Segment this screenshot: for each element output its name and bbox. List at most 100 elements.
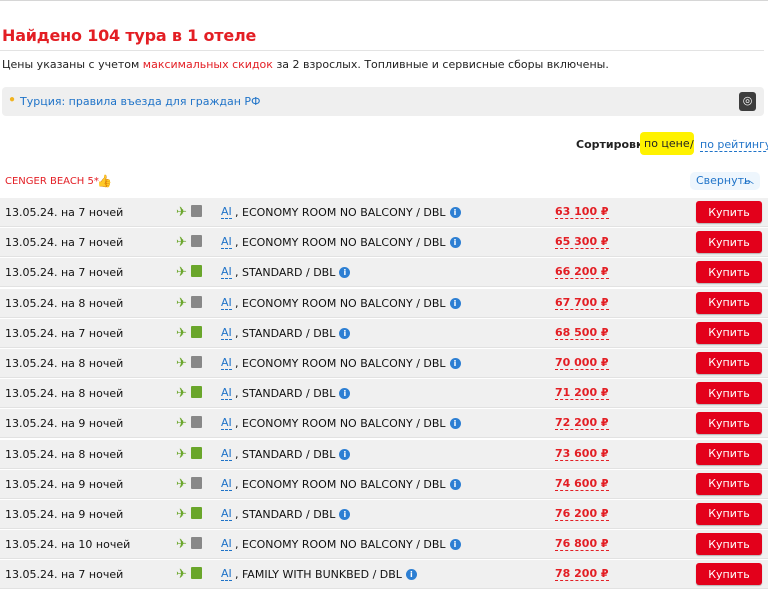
tour-price[interactable]: 63 100 ₽ bbox=[555, 206, 609, 219]
tour-price[interactable]: 72 200 ₽ bbox=[555, 417, 609, 431]
tour-date: 13.05.24. на 8 ночей bbox=[5, 447, 124, 461]
info-icon[interactable]: i bbox=[339, 388, 351, 400]
max-discount-link[interactable]: максимальных скидок bbox=[143, 58, 273, 71]
tour-price[interactable]: 67 700 ₽ bbox=[555, 296, 609, 310]
meal-plan-link[interactable]: AI bbox=[221, 236, 232, 250]
room-type: , ECONOMY ROOM NO BALCONY / DBL i bbox=[235, 417, 461, 430]
meal-plan-link[interactable]: AI bbox=[221, 568, 232, 582]
room-type: , FAMILY WITH BUNKBED / DBL i bbox=[235, 568, 417, 581]
tour-row: 13.05.24. на 8 ночей ✈ AI, STANDARD / DBL i… bbox=[0, 439, 768, 469]
info-icon[interactable]: i bbox=[339, 448, 351, 460]
tour-price[interactable]: 70 000 ₽ bbox=[555, 356, 609, 370]
info-icon[interactable]: i bbox=[449, 237, 461, 249]
hotel-name-link[interactable]: CENGER BEACH 5*, bbox=[5, 176, 102, 187]
title-divider bbox=[0, 50, 764, 51]
info-icon[interactable]: i bbox=[339, 267, 351, 279]
info-icon[interactable]: i bbox=[339, 508, 351, 520]
meal-plan-link[interactable]: AI bbox=[221, 417, 232, 431]
info-icon[interactable]: i bbox=[449, 418, 461, 430]
tour-price[interactable]: 65 300 ₽ bbox=[555, 236, 609, 250]
hotel-building-icon bbox=[191, 386, 202, 399]
buy-button[interactable]: Купить bbox=[696, 412, 762, 435]
plane-icon: ✈ bbox=[176, 354, 187, 370]
plane-icon: ✈ bbox=[176, 536, 187, 552]
info-icon[interactable]: i bbox=[449, 478, 461, 490]
tour-price[interactable]: 66 200 ₽ bbox=[555, 266, 609, 280]
buy-button[interactable]: Купить bbox=[696, 231, 762, 254]
hotel-building-icon bbox=[191, 537, 202, 550]
tour-date: 13.05.24. на 8 ночей bbox=[5, 296, 124, 310]
hotel-building-icon bbox=[191, 446, 202, 459]
entry-rules-link[interactable]: Турция: правила въезда для граждан РФ bbox=[20, 95, 261, 108]
meal-plan-link[interactable]: AI bbox=[221, 326, 232, 340]
tour-price[interactable]: 76 800 ₽ bbox=[555, 538, 609, 552]
tour-row: 13.05.24. на 9 ночей ✈ AI, ECONOMY ROOM NO… bbox=[0, 469, 768, 499]
meal-plan-link[interactable]: AI bbox=[221, 538, 232, 552]
tour-row: 13.05.24. на 9 ночей ✈ AI, STANDARD / DBL i… bbox=[0, 499, 768, 529]
meal-plan-link[interactable]: AI bbox=[221, 266, 232, 280]
tour-date: 13.05.24. на 8 ночей bbox=[5, 356, 124, 370]
tour-price[interactable]: 74 600 ₽ bbox=[555, 477, 609, 491]
info-icon[interactable]: i bbox=[339, 327, 351, 339]
meal-plan-link[interactable]: AI bbox=[221, 296, 232, 310]
room-type: , ECONOMY ROOM NO BALCONY / DBL i bbox=[235, 297, 461, 310]
plane-icon: ✈ bbox=[176, 264, 187, 280]
info-icon[interactable]: i bbox=[405, 569, 417, 581]
plane-icon: ✈ bbox=[176, 505, 187, 521]
room-type-label: , STANDARD / DBL bbox=[235, 266, 336, 280]
meal-plan-link[interactable]: AI bbox=[221, 447, 232, 461]
hotel-building-icon bbox=[191, 235, 202, 248]
buy-button[interactable]: Купить bbox=[696, 351, 762, 374]
room-type-label: , ECONOMY ROOM NO BALCONY / DBL bbox=[235, 538, 446, 552]
tour-row: 13.05.24. на 7 ночей ✈ AI, ECONOMY ROOM NO… bbox=[0, 228, 768, 258]
sort-by-rating[interactable]: по рейтингу bbox=[700, 138, 768, 152]
plane-icon: ✈ bbox=[176, 475, 187, 491]
room-type: , STANDARD / DBL i bbox=[235, 448, 351, 461]
entry-rules-bar: ● Турция: правила въезда для граждан РФ … bbox=[2, 87, 764, 116]
info-icon[interactable]: i bbox=[449, 297, 461, 309]
hotel-building-icon bbox=[191, 506, 202, 519]
results-title: Найдено 104 тура в 1 отеле bbox=[2, 26, 257, 45]
room-type-label: , STANDARD / DBL bbox=[235, 326, 336, 340]
room-type-label: , FAMILY WITH BUNKBED / DBL bbox=[235, 568, 402, 582]
collapse-button[interactable]: Свернуть ︿ bbox=[690, 172, 760, 190]
buy-button[interactable]: Купить bbox=[696, 291, 762, 314]
tour-date: 13.05.24. на 7 ночей bbox=[5, 206, 124, 219]
price-note: Цены указаны с учетом максимальных скидо… bbox=[2, 58, 609, 71]
buy-button[interactable]: Купить bbox=[696, 382, 762, 405]
passport-icon[interactable]: ◎ bbox=[739, 92, 756, 111]
plane-icon: ✈ bbox=[176, 566, 187, 582]
room-type: , ECONOMY ROOM NO BALCONY / DBL i bbox=[235, 478, 461, 491]
tour-date: 13.05.24. на 7 ночей bbox=[5, 236, 124, 250]
room-type: , ECONOMY ROOM NO BALCONY / DBL i bbox=[235, 538, 461, 551]
tour-price[interactable]: 68 500 ₽ bbox=[555, 326, 609, 340]
buy-button[interactable]: Купить bbox=[696, 261, 762, 284]
tour-price[interactable]: 76 200 ₽ bbox=[555, 507, 609, 521]
sort-by-price[interactable]: по цене bbox=[640, 132, 694, 155]
buy-button[interactable]: Купить bbox=[696, 321, 762, 344]
tour-row: 13.05.24. на 7 ночей ✈ AI, STANDARD / DBL i… bbox=[0, 318, 768, 348]
meal-plan-link[interactable]: AI bbox=[221, 206, 232, 219]
buy-button[interactable]: Купить bbox=[696, 472, 762, 495]
top-divider bbox=[0, 0, 768, 1]
hotel-building-icon bbox=[191, 205, 202, 217]
tour-row: 13.05.24. на 8 ночей ✈ AI, ECONOMY ROOM NO… bbox=[0, 288, 768, 318]
meal-plan-link[interactable]: AI bbox=[221, 507, 232, 521]
tour-price[interactable]: 78 200 ₽ bbox=[555, 568, 609, 582]
buy-button[interactable]: Купить bbox=[696, 201, 762, 223]
info-icon[interactable]: i bbox=[449, 539, 461, 551]
buy-button[interactable]: Купить bbox=[696, 442, 762, 465]
tour-price[interactable]: 71 200 ₽ bbox=[555, 387, 609, 401]
buy-button[interactable]: Купить bbox=[696, 502, 762, 525]
meal-plan-link[interactable]: AI bbox=[221, 356, 232, 370]
meal-plan-link[interactable]: AI bbox=[221, 477, 232, 491]
room-type: , STANDARD / DBL i bbox=[235, 387, 351, 400]
room-type: , ECONOMY ROOM NO BALCONY / DBL i bbox=[235, 236, 461, 249]
meal-plan-link[interactable]: AI bbox=[221, 387, 232, 401]
tour-date: 13.05.24. на 7 ночей bbox=[5, 326, 124, 340]
buy-button[interactable]: Купить bbox=[696, 533, 762, 556]
tour-price[interactable]: 73 600 ₽ bbox=[555, 447, 609, 461]
info-icon[interactable]: i bbox=[449, 207, 461, 218]
info-icon[interactable]: i bbox=[449, 357, 461, 369]
room-type-label: , ECONOMY ROOM NO BALCONY / DBL bbox=[235, 417, 446, 431]
